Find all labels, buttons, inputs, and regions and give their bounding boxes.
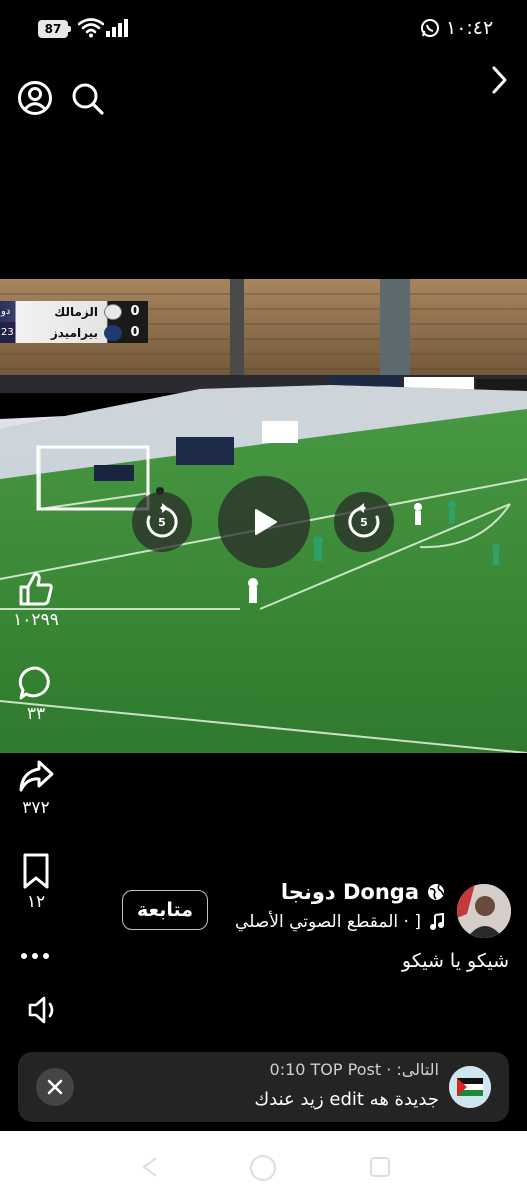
signal-icon — [106, 19, 128, 37]
team-name: الزمالك — [54, 304, 98, 319]
clock: ١٠:٤٢ — [446, 17, 494, 39]
play-button[interactable] — [218, 476, 310, 568]
up-next-title: زيد عندك edit جديدة هه — [254, 1089, 439, 1110]
score-row-away: 23 بيراميدز 0 — [0, 322, 148, 343]
team-score: 0 — [130, 325, 140, 340]
close-up-next-button[interactable] — [36, 1068, 74, 1106]
score-row-home: دو الزمالك 0 — [0, 301, 148, 322]
battery-indicator: 87 — [38, 20, 71, 38]
recents-nav-icon[interactable] — [370, 1157, 390, 1177]
video-player[interactable]: دو الزمالك 0 23 بيراميدز 0 5 5 — [0, 279, 527, 753]
author-avatar[interactable] — [457, 884, 511, 938]
save-count: ١٢ — [26, 892, 46, 912]
close-icon — [47, 1079, 63, 1095]
speaker-icon — [28, 996, 54, 1024]
forward-seconds: 5 — [360, 515, 368, 529]
back-nav-icon[interactable] — [140, 1156, 160, 1178]
team-crest — [104, 303, 122, 320]
forward-button[interactable]: 5 — [334, 492, 394, 552]
team-crest — [104, 324, 122, 341]
search-icon — [72, 83, 104, 115]
audio-label[interactable]: المقطع الصوتي الأصلي · ] — [235, 912, 421, 932]
whatsapp-icon — [421, 19, 439, 37]
up-next-thumbnail-image — [449, 1066, 491, 1108]
up-next-meta: 0:10 TOP Post · :التالى — [269, 1060, 439, 1079]
chevron-right-icon — [492, 66, 507, 94]
audio-line[interactable]: المقطع الصوتي الأصلي · ] — [235, 912, 445, 932]
like-button[interactable]: ١٠٢٩٩ — [10, 570, 62, 630]
team-prefix: دو — [1, 306, 11, 317]
status-bar: 87 ١٠:٤٢ — [0, 0, 527, 58]
globe-icon — [428, 884, 444, 900]
save-button[interactable]: ١٢ — [10, 852, 62, 912]
more-dots-icon — [21, 953, 49, 959]
system-nav-bar — [0, 1131, 527, 1200]
avatar-image — [457, 884, 511, 938]
scoreboard: دو الزمالك 0 23 بيراميدز 0 — [0, 301, 148, 343]
play-icon — [255, 509, 277, 535]
up-next-card[interactable]: 0:10 TOP Post · :التالى زيد عندك edit جد… — [18, 1052, 509, 1122]
profile-icon — [18, 81, 52, 115]
rewind-button[interactable]: 5 — [132, 492, 192, 552]
share-count: ٣٧٢ — [22, 798, 50, 818]
author-name[interactable]: دونجا Donga — [281, 880, 419, 904]
volume-button[interactable] — [26, 992, 62, 1028]
search-button[interactable] — [68, 79, 106, 117]
profile-button[interactable] — [16, 79, 54, 117]
music-note-icon — [430, 913, 444, 930]
up-next-thumbnail — [449, 1066, 491, 1108]
rewind-seconds: 5 — [158, 515, 166, 529]
post-caption[interactable]: شيكو يا شيكو — [402, 950, 509, 972]
share-icon — [19, 760, 54, 792]
thumbs-up-icon — [19, 572, 53, 606]
author-line[interactable]: دونجا Donga — [281, 880, 445, 904]
comment-count: ٣٣ — [26, 704, 46, 724]
wifi-icon — [78, 18, 104, 38]
team-prefix: 23 — [1, 327, 14, 338]
next-video-button[interactable] — [484, 62, 514, 98]
like-count: ١٠٢٩٩ — [13, 610, 59, 630]
team-score: 0 — [130, 304, 140, 319]
more-options-button[interactable] — [18, 946, 52, 966]
team-name: بيراميدز — [50, 325, 98, 340]
follow-button[interactable]: متابعة — [122, 890, 208, 930]
comment-icon — [18, 666, 50, 700]
share-button[interactable]: ٣٧٢ — [10, 758, 62, 818]
comment-button[interactable]: ٣٣ — [10, 664, 62, 724]
bookmark-icon — [23, 853, 49, 889]
home-nav-icon[interactable] — [250, 1155, 276, 1181]
